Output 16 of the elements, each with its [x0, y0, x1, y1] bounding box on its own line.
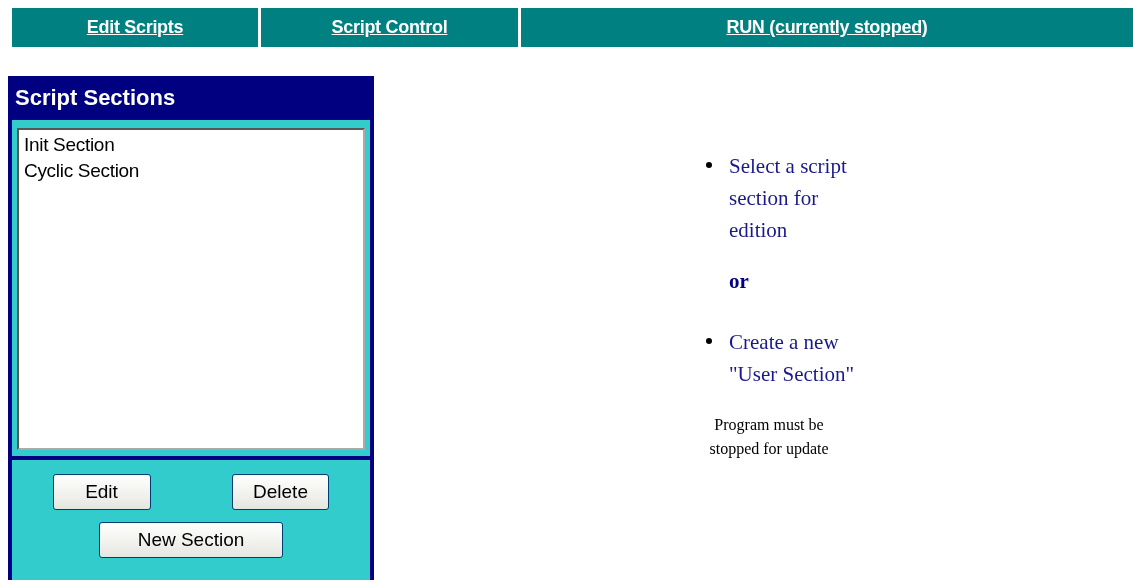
nav-tab[interactable]: Script Control: [261, 8, 518, 47]
bullet-icon: [706, 338, 712, 344]
delete-button[interactable]: Delete: [232, 474, 329, 510]
separator-text: or: [729, 269, 750, 294]
section-list[interactable]: Init Section Cyclic Section: [17, 128, 365, 450]
panel-title: Script Sections: [14, 84, 177, 112]
edit-button[interactable]: Edit: [52, 474, 151, 510]
list-item[interactable]: Cyclic Section: [22, 158, 360, 184]
list-item[interactable]: Init Section: [22, 132, 360, 158]
update-note: Program must be stopped for update: [708, 415, 830, 460]
new-section-button[interactable]: New Section: [99, 522, 283, 558]
instruction-text: Select a script section for edition: [729, 153, 848, 244]
nav-tab[interactable]: RUN (currently stopped): [521, 8, 1133, 47]
bullet-icon: [706, 162, 712, 168]
nav-tab[interactable]: Edit Scripts: [12, 8, 258, 47]
instruction-text: Create a new "User Section": [729, 329, 856, 388]
